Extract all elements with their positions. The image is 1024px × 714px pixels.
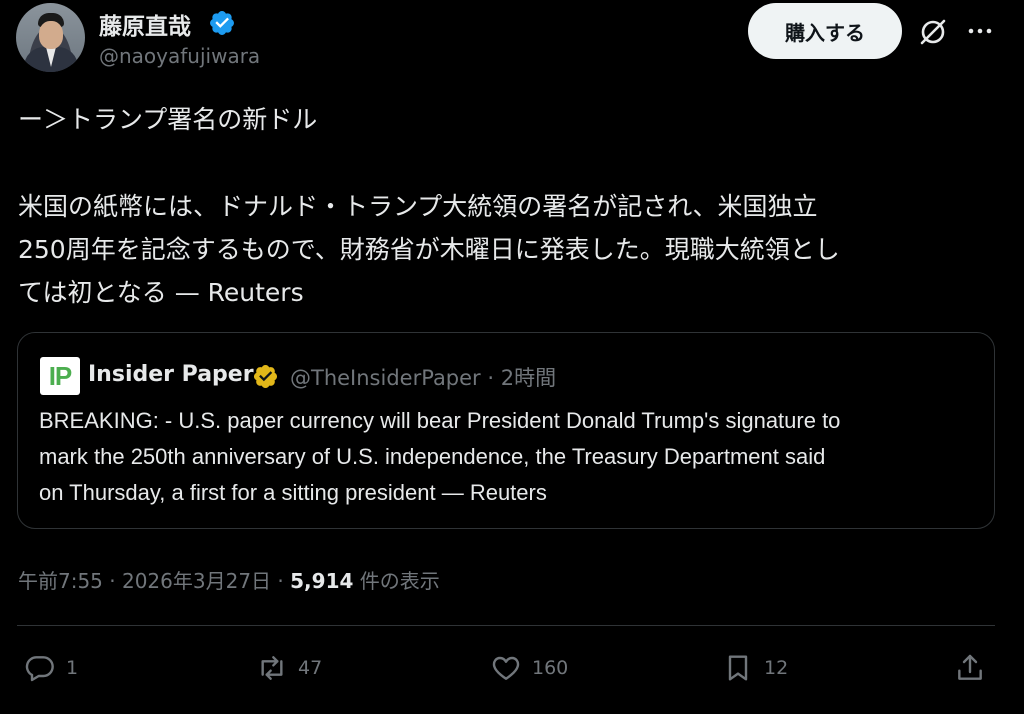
reply-button[interactable]: 1 (24, 650, 78, 686)
heart-icon (492, 656, 520, 680)
tweet-text-line: ては初となる — Reuters (18, 278, 304, 307)
verified-gold-badge-icon (253, 364, 278, 389)
author-handle[interactable]: @naoyafujiwara (99, 44, 260, 68)
repost-count: 47 (298, 657, 323, 679)
author-avatar[interactable] (16, 3, 85, 72)
bookmark-button[interactable]: 12 (722, 650, 788, 686)
quoted-handle-time[interactable]: @TheInsiderPaper · 2時間 (290, 362, 556, 392)
like-button[interactable]: 160 (490, 650, 568, 686)
divider (17, 625, 995, 626)
quoted-text-line: BREAKING: - U.S. paper currency will bea… (39, 408, 841, 433)
tweet-timestamp[interactable]: 午前7:55 · 2026年3月27日 · (18, 569, 290, 593)
tweet-meta: 午前7:55 · 2026年3月27日 · 5,914 件の表示 (18, 565, 440, 594)
like-count: 160 (532, 657, 569, 679)
repost-button[interactable]: 47 (256, 650, 322, 686)
buy-button[interactable]: 購入する (748, 3, 902, 59)
share-button[interactable] (954, 650, 986, 686)
repost-icon (261, 656, 283, 680)
quoted-author-name[interactable]: Insider Paper (88, 362, 254, 387)
quoted-text-line: mark the 250th anniversary of U.S. indep… (39, 444, 826, 469)
bookmark-count: 12 (764, 657, 789, 679)
tweet-text-line: 250周年を記念するもので、財務省が木曜日に発表した。現職大統領とし (18, 235, 840, 264)
view-count: 5,914 (290, 569, 354, 593)
reply-count: 1 (66, 657, 79, 679)
more-icon[interactable] (963, 14, 997, 48)
verified-badge-icon (210, 11, 234, 35)
view-label: 件の表示 (353, 569, 440, 593)
bookmark-icon (728, 655, 748, 681)
author-name[interactable]: 藤原直哉 (99, 7, 191, 41)
tweet-text-line: ー＞トランプ署名の新ドル (18, 105, 318, 134)
reply-icon (25, 656, 54, 682)
tweet-text-line: 米国の紙幣には、ドナルド・トランプ大統領の署名が記され、米国独立 (18, 192, 818, 221)
quoted-text-line: on Thursday, a first for a sitting presi… (39, 480, 547, 505)
insider-paper-logo[interactable]: IP (40, 357, 80, 395)
grok-icon[interactable] (917, 16, 949, 48)
share-icon (958, 654, 982, 680)
